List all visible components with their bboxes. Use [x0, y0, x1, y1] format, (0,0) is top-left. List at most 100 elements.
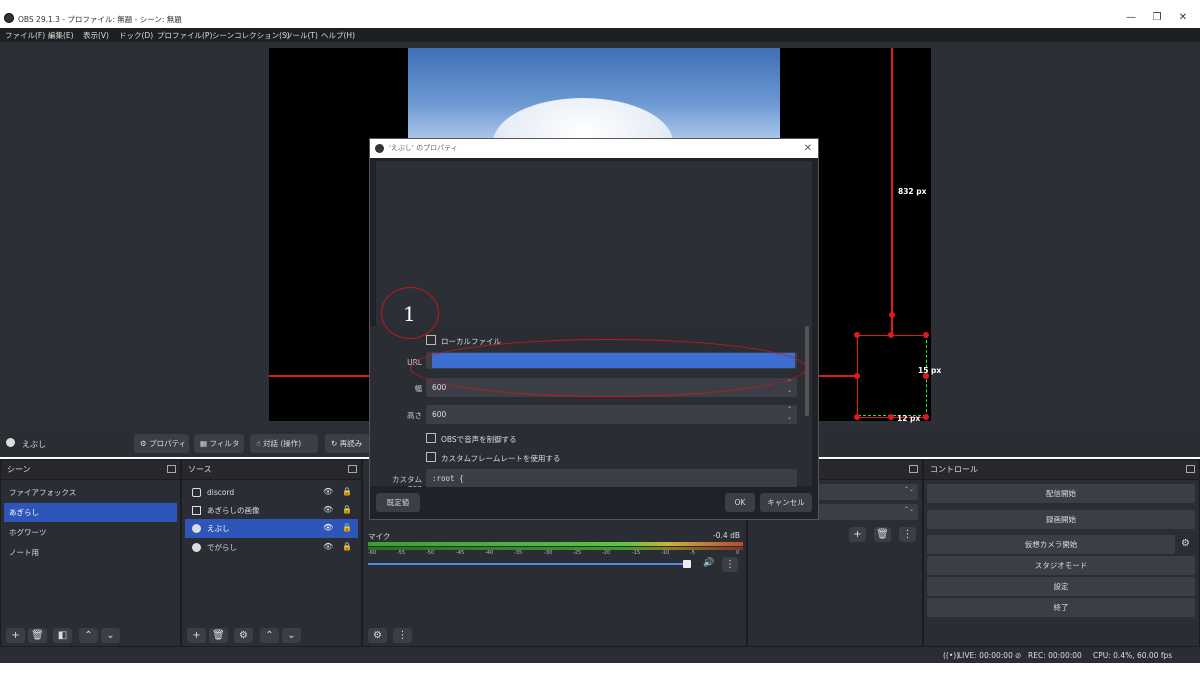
gear-icon[interactable]: ⚙ [1181, 538, 1190, 549]
dock-icon[interactable] [348, 465, 357, 473]
scene-item-selected[interactable]: あぎらし [4, 503, 177, 522]
source-properties-button[interactable]: ⚙ [234, 628, 253, 643]
resize-handle-tl[interactable] [854, 332, 860, 338]
window-title: OBS 29.1.3 - プロファイル: 無題 - シーン: 無題 [18, 15, 182, 24]
resize-handle-tr[interactable] [923, 332, 929, 338]
resize-handle-t[interactable] [888, 332, 894, 338]
reload-label: 再読み [339, 439, 363, 448]
scene-item[interactable]: ファイアフォックス [4, 483, 177, 502]
move-up-button[interactable]: ⌃ [260, 628, 279, 643]
resize-handle-br[interactable] [923, 414, 929, 420]
remove-scene-button[interactable]: 🗑 [28, 628, 47, 643]
gear-icon: ⚙ [140, 439, 150, 448]
mixer-more-button[interactable]: ⋮ [393, 628, 412, 643]
exit-button[interactable]: 終了 [927, 598, 1195, 617]
volume-slider-handle[interactable] [683, 560, 691, 568]
menu-profile[interactable]: プロファイル(P) [157, 30, 212, 41]
chevron-down-icon: ⌃⌄ [903, 486, 914, 493]
eye-icon[interactable]: 👁 [323, 523, 333, 532]
sky-image-source[interactable] [408, 48, 780, 138]
close-button[interactable]: ✕ [1176, 11, 1190, 25]
scene-item[interactable]: ホグワーツ [4, 523, 177, 542]
lock-icon[interactable]: 🔒 [342, 542, 352, 551]
mixer-settings-button[interactable]: ⚙ [368, 628, 387, 643]
eye-icon[interactable]: 👁 [323, 487, 333, 496]
lock-icon[interactable]: 🔒 [342, 487, 352, 496]
dialog-close-icon[interactable]: ✕ [804, 139, 812, 158]
volume-slider-track[interactable] [368, 563, 686, 565]
resize-handle-b[interactable] [888, 414, 894, 420]
browser-source-icon [192, 543, 201, 552]
spinner-icon[interactable]: ⌃ ⌄ [787, 406, 792, 422]
dock-icon[interactable] [167, 465, 176, 473]
lock-icon[interactable]: 🔒 [342, 505, 352, 514]
menu-view[interactable]: 表示(V) [83, 30, 109, 41]
move-down-button[interactable]: ⌄ [282, 628, 301, 643]
mixer-db-value: -0.4 dB [713, 531, 740, 540]
menu-edit[interactable]: 編集(E) [48, 30, 74, 41]
menu-file[interactable]: ファイル(F) [5, 30, 45, 41]
eye-icon[interactable]: 👁 [323, 505, 333, 514]
height-guide-label: 832 px [898, 187, 927, 196]
controls-title: コントロール [930, 465, 978, 474]
title-bar: OBS 29.1.3 - プロファイル: 無題 - シーン: 無題 — ❐ ✕ [0, 8, 1200, 28]
live-status: LIVE: 00:00:00 [958, 651, 1013, 660]
menu-bar: ファイル(F) 編集(E) 表示(V) ドック(D) プロファイル(P) シーン… [0, 28, 1200, 42]
scene-filter-button[interactable]: ◧ [53, 628, 72, 643]
move-up-button[interactable]: ⌃ [79, 628, 98, 643]
add-source-button[interactable]: + [187, 628, 206, 643]
speaker-icon[interactable]: 🔊 [703, 558, 714, 568]
right-distance-label: 15 px [918, 366, 942, 375]
tick-label: -5 [690, 550, 695, 556]
mixer-menu-button[interactable]: ⋮ [722, 557, 738, 572]
resize-handle-bl[interactable] [854, 414, 860, 420]
local-file-checkbox[interactable] [426, 335, 436, 345]
eye-icon[interactable]: 👁 [323, 542, 333, 551]
record-icon: ⊘ [1015, 651, 1022, 660]
start-recording-button[interactable]: 録画開始 [927, 510, 1195, 529]
browser-source-icon [6, 438, 15, 447]
custom-fps-checkbox[interactable] [426, 452, 436, 462]
cancel-button[interactable]: キャンセル [760, 493, 812, 512]
lock-icon[interactable]: 🔒 [342, 523, 352, 532]
sources-panel: ソース discord あぎらしの画像 えぶし でがらし 👁 🔒 👁 🔒 👁 🔒… [181, 459, 362, 647]
resize-handle-l[interactable] [854, 373, 860, 379]
obs-logo-icon [375, 144, 384, 153]
minimize-button[interactable]: — [1124, 11, 1138, 25]
scene-item[interactable]: ノート用 [4, 543, 177, 562]
menu-scene-collection[interactable]: シーンコレクション(S) [212, 30, 290, 41]
spinner-icon[interactable]: ⌃ ⌄ [787, 379, 792, 395]
remove-transition-button[interactable]: 🗑 [874, 527, 891, 542]
menu-tools[interactable]: ツール(T) [285, 30, 318, 41]
settings-button[interactable]: 設定 [927, 577, 1195, 596]
menu-dock[interactable]: ドック(D) [119, 30, 153, 41]
start-virtual-camera-button[interactable]: 仮想カメラ開始 [927, 535, 1175, 554]
broadcast-icon: ((•)) [943, 651, 960, 660]
transition-menu-button[interactable]: ⋮ [899, 527, 916, 542]
obs-audio-checkbox[interactable] [426, 433, 436, 443]
start-streaming-button[interactable]: 配信開始 [927, 484, 1195, 503]
tick-label: -60 [368, 550, 377, 556]
interact-button[interactable]: ☝ 対話 (操作) [250, 434, 318, 453]
studio-mode-button[interactable]: スタジオモード [927, 556, 1195, 575]
annotation-number: 1 [403, 302, 416, 326]
tick-label: -25 [573, 550, 582, 556]
properties-button[interactable]: ⚙ プロパティ [134, 434, 189, 453]
menu-help[interactable]: ヘルプ(H) [321, 30, 355, 41]
add-scene-button[interactable]: + [6, 628, 25, 643]
reload-button[interactable]: ↻ 再読み [325, 434, 369, 453]
filters-button[interactable]: ▦ フィルタ [194, 434, 244, 453]
remove-source-button[interactable]: 🗑 [209, 628, 228, 643]
height-input[interactable]: 600 ⌃ ⌄ [426, 405, 797, 424]
maximize-button[interactable]: ❐ [1150, 11, 1164, 25]
rec-status: REC: 00:00:00 [1028, 651, 1082, 660]
mixer-channel-name: マイク [368, 532, 391, 541]
add-transition-button[interactable]: + [849, 527, 866, 542]
dock-icon[interactable] [909, 465, 918, 473]
dock-icon[interactable] [1186, 465, 1195, 473]
custom-css-textarea[interactable]: :root { [426, 469, 797, 487]
ok-button[interactable]: OK [725, 493, 755, 512]
discord-source-icon [192, 488, 201, 497]
move-down-button[interactable]: ⌄ [101, 628, 120, 643]
defaults-button[interactable]: 既定値 [376, 493, 420, 512]
